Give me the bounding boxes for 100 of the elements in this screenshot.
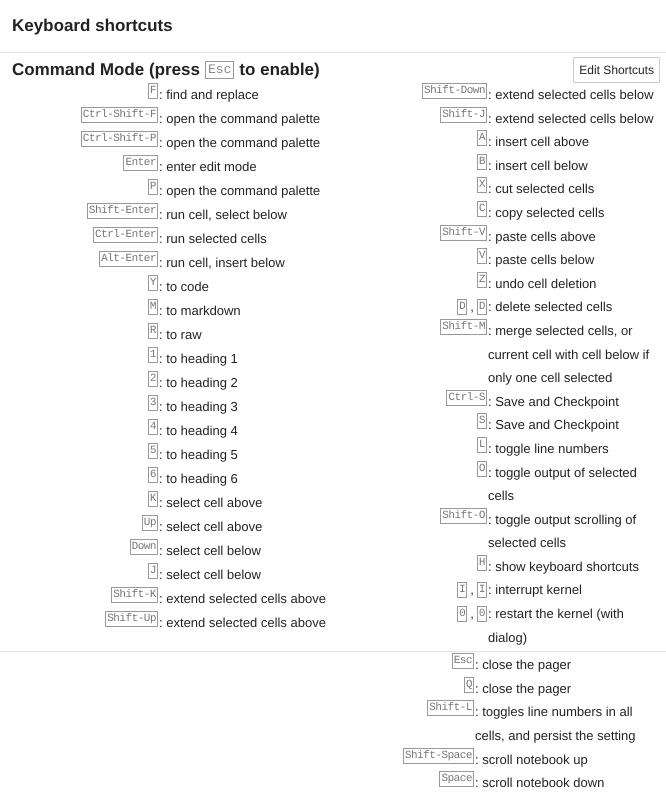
shortcut-description: : find and replace [158, 86, 260, 104]
shortcut-description: : run selected cells [158, 230, 268, 248]
shortcut-description: : to heading 1 [158, 350, 239, 368]
shortcut-description: : copy selected cells [487, 204, 606, 222]
shortcut-description: : close the pager [474, 680, 572, 698]
key-label: 1 [148, 347, 158, 363]
key-label: D [476, 299, 487, 316]
key-label: J [148, 563, 158, 579]
shortcut-description: : to raw [158, 326, 203, 344]
shortcut-description: : to heading 6 [158, 470, 239, 488]
shortcut-description: : insert cell above [487, 133, 590, 152]
shortcut-description: : extend selected cells above [158, 614, 327, 632]
key-label: Y [148, 275, 158, 291]
key-label: Esc [204, 60, 234, 78]
key-separator: , [470, 605, 474, 624]
key-label: Down [130, 539, 158, 555]
key-label: Z [476, 272, 487, 288]
key-label: Enter [123, 155, 158, 171]
shortcut-description: : select cell above [158, 494, 264, 512]
shortcut-description: : scroll notebook up [474, 750, 589, 769]
edit-shortcuts-button[interactable]: Edit Shortcuts [573, 56, 660, 82]
shortcut-description: : insert cell below [487, 156, 589, 175]
shortcut-description: : extend selected cells below [487, 86, 654, 104]
key-label: O [476, 460, 487, 476]
shortcut-description: : merge selected cells, or current cell with cell below if only one cell selected [487, 322, 650, 388]
key-label: I [476, 582, 487, 598]
key-label: A [476, 130, 487, 146]
shortcut-description: : extend selected cells below [487, 110, 654, 128]
key-label: Shift-K [111, 587, 158, 603]
key-label: Shift-O [440, 508, 487, 524]
dialog-title: Keyboard shortcuts [12, 15, 173, 38]
key-label: S [476, 413, 487, 430]
key-label: 5 [148, 443, 158, 459]
key-label: R [148, 323, 158, 339]
key-label: Shift-V [440, 224, 487, 241]
shortcut-description: : Save and Checkpoint [487, 392, 620, 411]
key-label: B [476, 154, 487, 170]
shortcut-description: : extend selected cells above [158, 590, 327, 608]
shortcut-description: : cut selected cells [487, 180, 596, 198]
shortcut-description: : select cell below [158, 566, 262, 584]
shortcut-description: : to heading 3 [158, 398, 239, 416]
shortcut-description: : paste cells below [487, 251, 596, 270]
key-label: Shift-M [440, 318, 487, 335]
shortcut-description: : toggle line numbers [487, 440, 610, 458]
shortcut-description: : open the command palette [158, 134, 322, 152]
key-label: Ctrl-Shift-F [80, 107, 158, 123]
key-label: 4 [148, 419, 158, 435]
key-label: F [148, 83, 158, 99]
key-label: Up [142, 515, 158, 531]
shortcut-description: : open the command palette [158, 182, 322, 200]
shortcut-description: : to code [158, 278, 210, 296]
key-label: P [148, 179, 158, 195]
key-label: C [476, 200, 487, 217]
shortcut-description: : undo cell deletion [487, 274, 598, 293]
section-title: to enable) [239, 58, 320, 81]
key-label: Space [439, 771, 474, 788]
key-label: V [476, 248, 487, 264]
key-label: 0 [457, 606, 468, 622]
shortcut-description: : paste cells above [487, 228, 597, 246]
key-label: Shift-J [440, 106, 487, 123]
shortcut-description: : run cell, insert below [158, 254, 286, 272]
key-label: H [476, 554, 487, 571]
key-label: Shift-Enter [86, 203, 158, 219]
key-label: Shift-L [427, 700, 474, 716]
key-label: Ctrl-Enter [92, 227, 158, 243]
key-label: L [476, 436, 487, 453]
shortcut-description: : interrupt kernel [487, 581, 583, 600]
shortcut-description: : delete selected cells [487, 298, 614, 316]
key-label: Shift-Up [105, 611, 158, 627]
shortcut-description: : show keyboard shortcuts [487, 558, 640, 576]
shortcut-description: : select cell below [158, 542, 262, 560]
key-label: K [148, 491, 158, 507]
key-label: M [148, 299, 158, 315]
shortcut-description: : run cell, select below [158, 206, 288, 224]
shortcut-description: : Save and Checkpoint [487, 416, 620, 434]
key-label: Shift-Space [402, 748, 474, 764]
key-label: 6 [148, 467, 158, 483]
key-label: D [457, 299, 468, 316]
key-label: Shift-Down [422, 83, 487, 99]
shortcut-description: : to heading 2 [158, 374, 239, 392]
section-title: Command Mode (press [12, 58, 200, 81]
key-label: Alt-Enter [99, 251, 158, 267]
shortcut-description: : select cell above [158, 518, 264, 536]
key-label: 3 [148, 395, 158, 411]
key-label: Esc [452, 653, 474, 670]
key-label: 0 [476, 606, 487, 622]
key-label: I [457, 582, 468, 598]
shortcut-description: : toggle output of selected cells [487, 464, 638, 506]
shortcut-description: : restart the kernel (with dialog) [487, 605, 625, 647]
shortcut-description: : scroll notebook down [474, 774, 606, 792]
shortcut-description: : to heading 5 [158, 446, 239, 464]
key-separator: , [470, 298, 474, 316]
shortcut-description: : open the command palette [158, 110, 322, 128]
key-label: Ctrl-Shift-P [80, 131, 158, 147]
shortcut-description: : close the pager [474, 656, 572, 674]
key-separator: , [470, 581, 474, 600]
key-label: 2 [148, 371, 158, 387]
shortcut-description: : toggles line numbers in all cells, and persist the setting [474, 703, 636, 746]
key-label: X [476, 177, 487, 194]
key-label: Q [464, 676, 474, 693]
